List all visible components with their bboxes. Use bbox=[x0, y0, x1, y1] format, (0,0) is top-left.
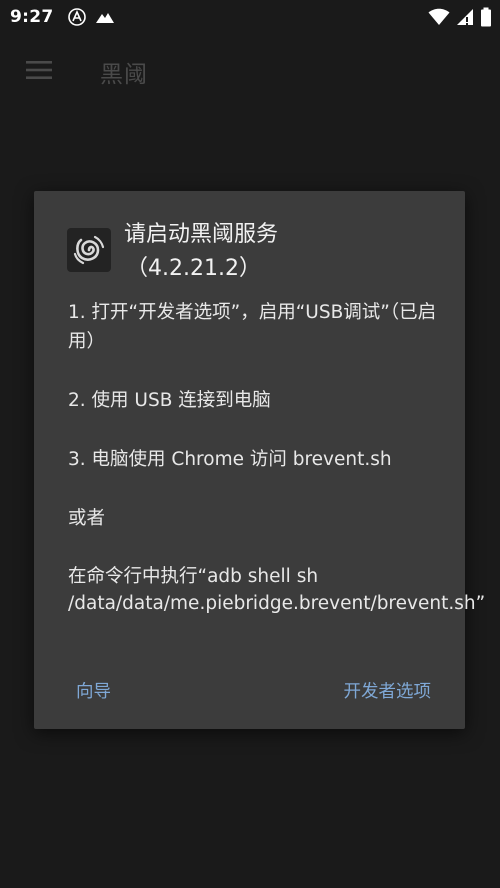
wifi-icon bbox=[428, 8, 450, 26]
accessibility-icon bbox=[67, 7, 87, 27]
step-visit-brevent: 3. 电脑使用 Chrome 访问 brevent.sh bbox=[68, 449, 392, 470]
mountain-notification-icon bbox=[95, 10, 115, 24]
cell-signal-icon bbox=[456, 8, 474, 26]
dialog-actions: 向导 开发者选项 bbox=[34, 674, 465, 710]
dialog-title: 请启动黑阈服务 bbox=[124, 222, 279, 247]
or-separator: 或者 bbox=[68, 508, 106, 529]
status-left-icons bbox=[67, 7, 115, 27]
battery-icon bbox=[480, 7, 492, 27]
guide-button[interactable]: 向导 bbox=[68, 674, 119, 710]
step-enable-usb-debugging: 1. 打开“开发者选项”，启用“USB调试”（已启用） bbox=[68, 302, 437, 352]
hamburger-menu-icon bbox=[26, 61, 52, 83]
dialog-body: 1. 打开“开发者选项”，启用“USB调试”（已启用） 2. 使用 USB 连接… bbox=[68, 298, 486, 617]
start-service-dialog: 请启动黑阈服务 （4.2.21.2） 1. 打开“开发者选项”，启用“USB调试… bbox=[34, 191, 486, 729]
status-time: 9:27 bbox=[10, 7, 54, 27]
menu-button[interactable] bbox=[11, 44, 67, 100]
step-adb-command: 在命令行中执行“adb shell sh /data/data/me.piebr… bbox=[68, 566, 486, 614]
developer-options-button[interactable]: 开发者选项 bbox=[336, 674, 440, 710]
step-connect-usb: 2. 使用 USB 连接到电脑 bbox=[68, 390, 271, 411]
status-bar: 9:27 bbox=[0, 0, 500, 34]
brevent-swirl-logo-icon bbox=[67, 228, 111, 272]
screen: 9:27 黑阈 请启动黑阈服务 （4.2.21.2） 1. 打开“开发者选项”，… bbox=[0, 0, 500, 888]
dialog-title-wrap: 请启动黑阈服务 （4.2.21.2） bbox=[124, 218, 278, 286]
status-right-icons bbox=[428, 0, 492, 34]
app-bar: 黑阈 bbox=[0, 34, 500, 110]
dialog-header: 请启动黑阈服务 （4.2.21.2） bbox=[67, 222, 278, 286]
dialog-version: （4.2.21.2） bbox=[126, 256, 261, 281]
app-title: 黑阈 bbox=[100, 62, 148, 88]
